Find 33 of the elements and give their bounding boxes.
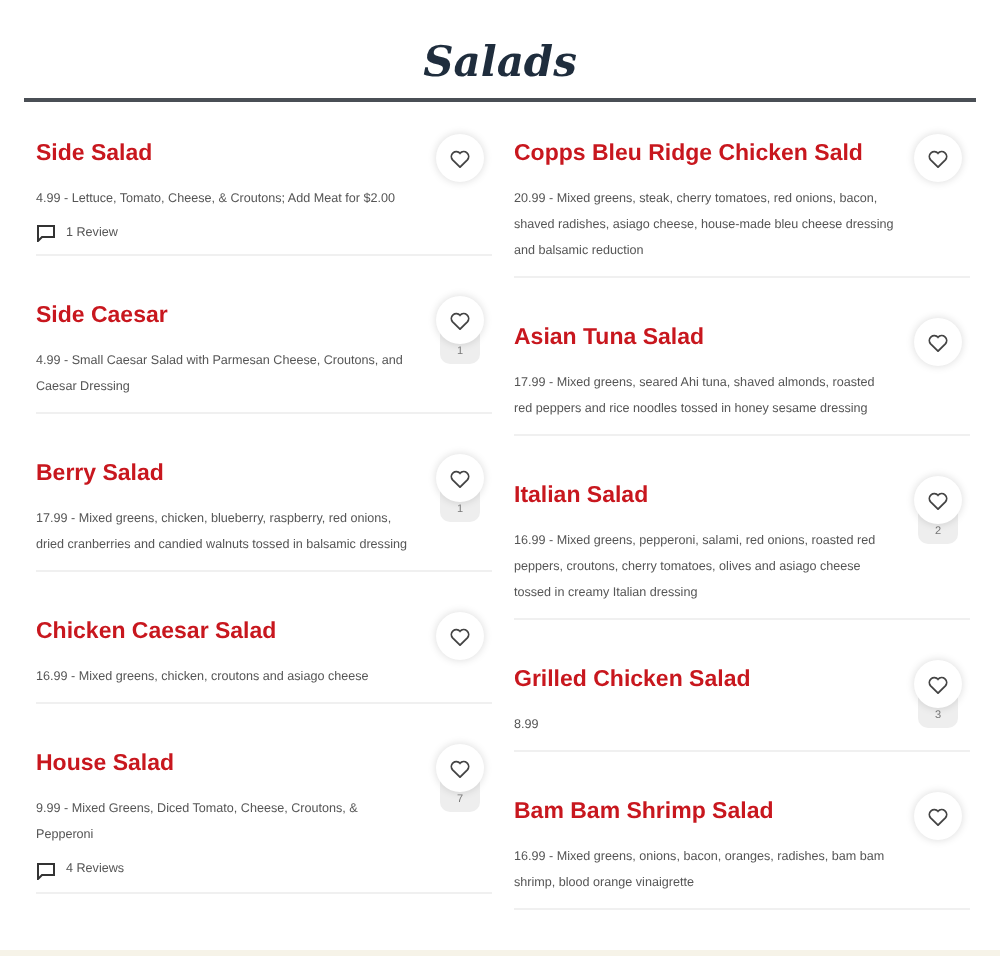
item-name[interactable]: House Salad xyxy=(36,748,492,781)
comment-icon xyxy=(36,224,56,243)
heart-icon xyxy=(450,149,470,167)
item-name[interactable]: Grilled Chicken Salad xyxy=(514,664,970,696)
heart-icon xyxy=(928,149,948,167)
item-name[interactable]: Chicken Caesar Salad xyxy=(36,616,492,649)
item-name[interactable]: Side Salad xyxy=(36,138,492,170)
heart-icon xyxy=(450,759,470,778)
comment-icon xyxy=(36,861,56,880)
favorite-button[interactable] xyxy=(914,134,962,182)
favorite-button[interactable] xyxy=(436,134,484,182)
favorite-button[interactable] xyxy=(436,744,484,793)
page-title: Salads xyxy=(421,34,579,90)
item-name[interactable]: Berry Salad xyxy=(36,458,492,491)
item-name[interactable]: Side Caesar xyxy=(36,300,492,333)
item-name[interactable]: Bam Bam Shrimp Salad xyxy=(514,796,970,828)
item-name[interactable]: Copps Bleu Ridge Chicken Sald xyxy=(514,138,970,170)
heart-icon xyxy=(928,807,948,825)
heart-icon xyxy=(450,627,470,646)
favorite-button[interactable] xyxy=(914,318,962,366)
item-name[interactable]: Italian Salad xyxy=(514,480,970,512)
heart-icon xyxy=(928,675,948,693)
favorite-button[interactable] xyxy=(914,792,962,840)
favorite-button[interactable] xyxy=(436,612,484,661)
favorite-button[interactable] xyxy=(436,454,484,503)
favorite-button[interactable] xyxy=(436,296,484,345)
heart-icon xyxy=(450,311,470,330)
item-name[interactable]: Asian Tuna Salad xyxy=(514,322,970,354)
favorite-button[interactable] xyxy=(914,660,962,708)
favorite-button[interactable] xyxy=(914,476,962,524)
heart-icon xyxy=(928,491,948,509)
heart-icon xyxy=(450,469,470,488)
heart-icon xyxy=(928,333,948,351)
